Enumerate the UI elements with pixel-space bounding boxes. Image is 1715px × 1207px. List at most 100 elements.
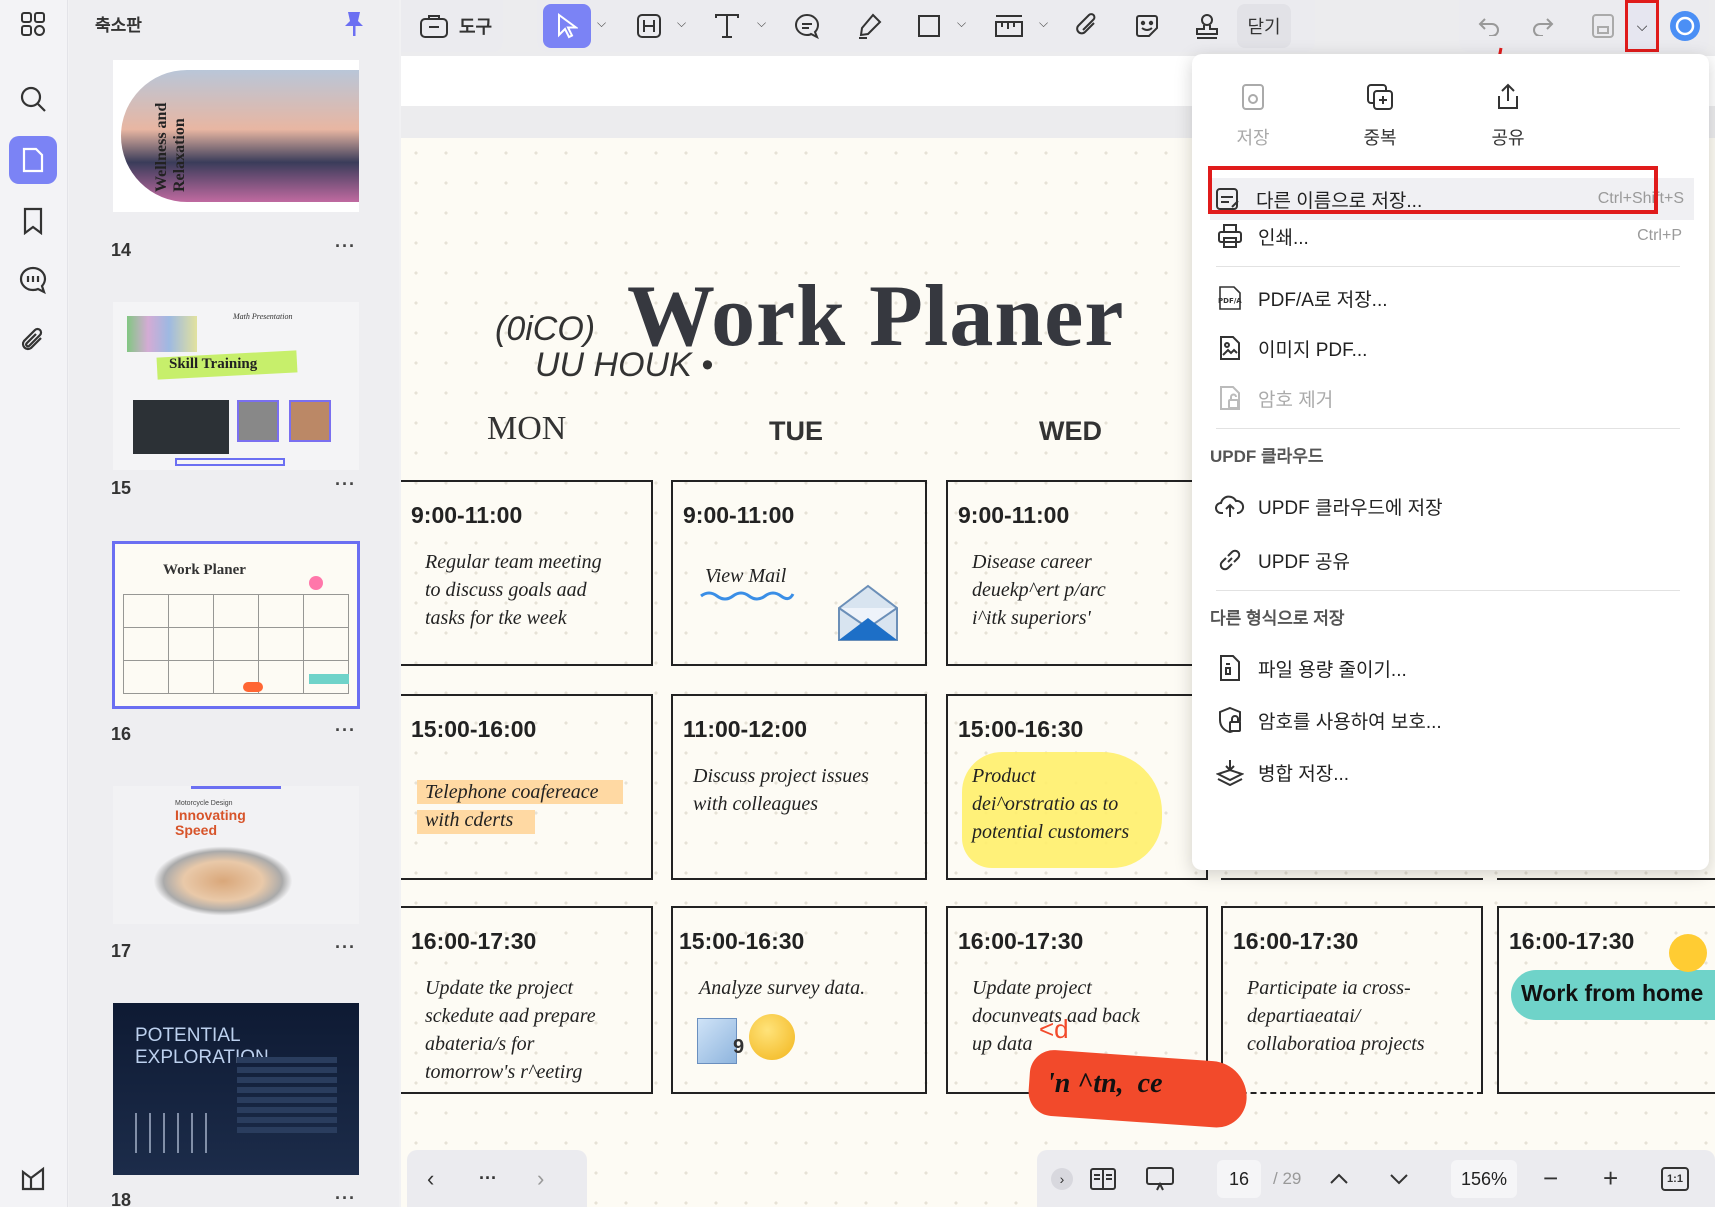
grid-apps-icon[interactable]: [9, 0, 57, 48]
zoom-out-icon[interactable]: −: [1543, 1163, 1558, 1194]
cell-text: Disease career deuekp^ert p/arc i^itk su…: [972, 548, 1106, 632]
redo-icon[interactable]: [1525, 4, 1561, 48]
thumb-dot: [309, 576, 323, 590]
thumb-bars: [135, 1113, 215, 1153]
schedule-cell: 16:00-17:30 Work from home: [1497, 906, 1715, 1094]
attach-tool-icon[interactable]: [1067, 4, 1107, 48]
menu-item-label: UPDF 공유: [1258, 551, 1350, 573]
menu-section-header: 다른 형식으로 저장: [1210, 609, 1345, 628]
measure-tool-icon[interactable]: [989, 4, 1029, 48]
menu-divider: [1216, 266, 1680, 267]
more-icon[interactable]: ···: [335, 474, 356, 495]
bookmark-icon[interactable]: [9, 197, 57, 245]
zoom-in-icon[interactable]: +: [1603, 1163, 1618, 1194]
merge-icon: [1212, 754, 1248, 790]
sticker-tool-icon[interactable]: [1127, 4, 1167, 48]
page-thumbnail-16[interactable]: Work Planer: [112, 541, 360, 709]
zoom-level-input[interactable]: 156%: [1451, 1159, 1517, 1198]
menu-save-button[interactable]: 저장: [1208, 82, 1298, 150]
actual-size-icon[interactable]: 1:1: [1661, 1166, 1689, 1191]
layers-icon[interactable]: [9, 1154, 57, 1202]
chevron-down-icon[interactable]: ⌵: [757, 16, 766, 31]
menu-item-label: 인쇄...: [1258, 227, 1309, 249]
prev-icon[interactable]: ‹: [427, 1166, 434, 1192]
save-options-dropdown-button[interactable]: ⌵: [1625, 0, 1659, 52]
menu-share-button[interactable]: 공유: [1463, 82, 1553, 150]
schedule-cell: 9:00-11:00 Regular team meeting to discu…: [401, 480, 653, 666]
menu-remove-password-item[interactable]: 암호 제거: [1212, 376, 1692, 420]
menu-merge-save-item[interactable]: 병합 저장...: [1212, 750, 1692, 794]
menu-protect-item[interactable]: 암호를 사용하여 보호...: [1212, 698, 1692, 742]
duplicate-icon: [1367, 84, 1393, 110]
more-icon[interactable]: ···: [335, 937, 356, 958]
menu-print-item[interactable]: 인쇄... Ctrl+P: [1212, 214, 1692, 258]
chart-icon: [697, 1018, 737, 1064]
collapse-icon[interactable]: ›: [1051, 1167, 1073, 1190]
comment-icon[interactable]: [9, 256, 57, 304]
page-number: 17: [111, 941, 132, 961]
undo-icon[interactable]: [1471, 4, 1507, 48]
pin-icon[interactable]: [343, 10, 365, 38]
annotation-toolbar: ⌵ ⌵ ⌵ ⌵ ⌵: [537, 0, 1315, 52]
more-icon[interactable]: ···: [479, 1168, 497, 1189]
tools-button[interactable]: 도구: [419, 4, 499, 48]
thumb-table: [237, 1057, 337, 1137]
thumb-blackboard: [133, 400, 229, 454]
menu-section-header: UPDF 클라우드: [1210, 447, 1324, 466]
cell-text: Analyze survey data.: [699, 977, 866, 999]
thumb-photo: [237, 400, 279, 442]
more-icon[interactable]: ···: [335, 1188, 356, 1207]
shape-tool-icon[interactable]: [909, 4, 949, 48]
menu-image-pdf-item[interactable]: 이미지 PDF...: [1212, 326, 1692, 370]
save-options-menu: 저장 중복 공유 다른 이름으로 저장... Ctrl+Shift+S 인쇄..…: [1192, 54, 1709, 870]
page-thumbnail-14[interactable]: Wellness and Relaxation: [113, 60, 359, 212]
cloud-upload-icon: [1212, 488, 1248, 524]
text-tool-icon[interactable]: [707, 4, 747, 48]
menu-reduce-size-item[interactable]: 파일 용량 줄이기...: [1212, 646, 1692, 690]
save-icon[interactable]: [1585, 4, 1621, 48]
comment-tool-icon[interactable]: [787, 4, 827, 48]
stamp-tool-icon[interactable]: [1187, 4, 1227, 48]
cell-text: Telephone coafereace with cderts: [425, 778, 598, 834]
chevron-down-icon[interactable]: ⌵: [597, 16, 606, 31]
page-thumbnail-17[interactable]: Motorcycle Design Innovating Speed: [113, 786, 359, 924]
emoji-icon: [749, 1014, 795, 1060]
menu-pdfa-item[interactable]: PDF/A PDF/A로 저장...: [1212, 276, 1692, 320]
chevron-down-icon[interactable]: ⌵: [957, 16, 966, 31]
page-thumbnail-18[interactable]: POTENTIAL EXPLORATION: [113, 1003, 359, 1175]
ai-assistant-icon[interactable]: [1667, 4, 1703, 48]
page-layout-icon[interactable]: [1089, 1167, 1117, 1191]
menu-item-label: 파일 용량 줄이기...: [1258, 659, 1407, 681]
menu-cloud-save-item[interactable]: UPDF 클라우드에 저장: [1212, 484, 1692, 528]
cell-time: 9:00-11:00: [411, 502, 523, 528]
next-icon[interactable]: ›: [537, 1166, 544, 1192]
menu-item-label: 이미지 PDF...: [1258, 339, 1368, 361]
heading-tool-icon[interactable]: [629, 4, 669, 48]
close-button[interactable]: 닫기: [1237, 4, 1291, 48]
presentation-icon[interactable]: [1145, 1166, 1175, 1192]
more-icon[interactable]: ···: [335, 236, 356, 257]
thumb-bar: [175, 458, 285, 466]
search-icon[interactable]: [9, 75, 57, 123]
select-tool-icon[interactable]: [543, 4, 591, 48]
chevron-down-icon[interactable]: ⌵: [1039, 16, 1048, 31]
menu-duplicate-button[interactable]: 중복: [1335, 82, 1425, 150]
thumb-bar: [191, 786, 281, 789]
menu-cloud-share-item[interactable]: UPDF 공유: [1212, 538, 1692, 582]
chevron-down-icon[interactable]: ⌵: [677, 16, 686, 31]
page-nav-group: ‹ ··· ›: [407, 1150, 587, 1207]
highlighter-tool-icon[interactable]: [849, 4, 889, 48]
attachment-icon[interactable]: [9, 316, 57, 364]
thumb-dot: [309, 674, 349, 684]
page-total: / 29: [1273, 1168, 1302, 1188]
cell-time: 16:00-17:30: [411, 928, 537, 954]
thumbnails-icon[interactable]: [9, 136, 57, 184]
chevron-down-icon[interactable]: [1389, 1173, 1409, 1185]
chevron-up-icon[interactable]: [1329, 1173, 1349, 1185]
cell-line: tasks for tke week: [425, 607, 567, 629]
more-icon[interactable]: ···: [335, 720, 356, 741]
menu-save-label: 저장: [1236, 128, 1270, 148]
page-number: 14: [111, 240, 132, 260]
page-number-input[interactable]: 16: [1217, 1159, 1261, 1198]
page-thumbnail-15[interactable]: Math Presentation Skill Training: [113, 302, 359, 470]
